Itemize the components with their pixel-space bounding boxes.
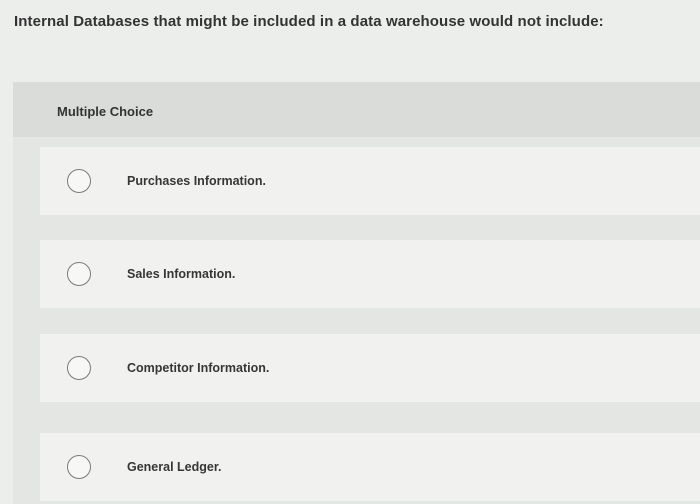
radio-button-icon[interactable] [67,356,91,380]
panel-header: Multiple Choice [13,82,700,137]
option-label: Purchases Information. [127,174,266,188]
radio-button-icon[interactable] [67,169,91,193]
option-general-ledger[interactable]: General Ledger. [40,433,700,501]
option-competitor-information[interactable]: Competitor Information. [40,334,700,402]
question-type-label: Multiple Choice [57,104,154,119]
option-label: General Ledger. [127,460,222,474]
radio-button-icon[interactable] [67,262,91,286]
option-sales-information[interactable]: Sales Information. [40,240,700,308]
option-label: Sales Information. [127,267,236,281]
radio-button-icon[interactable] [67,455,91,479]
question-text: Internal Databases that might be include… [14,13,604,30]
option-purchases-information[interactable]: Purchases Information. [40,147,700,215]
multiple-choice-panel: Multiple Choice Purchases Information. S… [13,82,700,504]
option-label: Competitor Information. [127,361,270,375]
